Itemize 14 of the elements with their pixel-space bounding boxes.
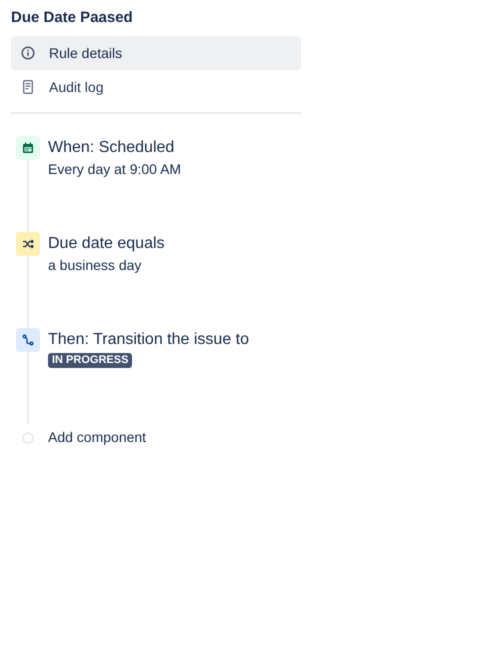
rule-title: Due Date Paased bbox=[11, 8, 134, 28]
step-title[interactable]: Then: Transition the issue to bbox=[48, 329, 249, 351]
step-detail: Every day at 9:00 AM bbox=[48, 160, 182, 179]
shuffle-icon bbox=[16, 232, 40, 256]
document-icon bbox=[23, 80, 33, 94]
step-detail: a business day bbox=[48, 256, 142, 275]
status-lozenge: IN PROGRESS bbox=[48, 353, 132, 368]
calendar-icon bbox=[16, 136, 40, 160]
info-icon bbox=[21, 46, 35, 60]
add-component-link[interactable]: Add component bbox=[48, 427, 146, 448]
route-icon bbox=[16, 328, 40, 352]
step-title[interactable]: When: Scheduled bbox=[48, 137, 182, 159]
nav-item[interactable]: Rule details bbox=[11, 36, 301, 70]
step-title[interactable]: Due date equals bbox=[48, 233, 165, 255]
